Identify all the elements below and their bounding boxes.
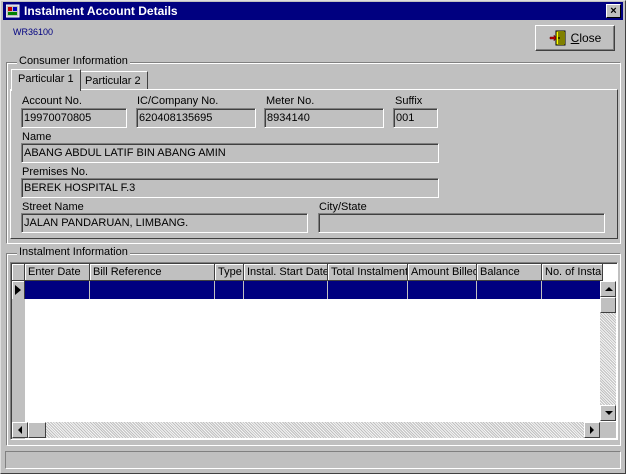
consumer-information-title: Consumer Information: [17, 55, 130, 67]
account-no-label: Account No.: [22, 95, 82, 107]
tab-particular-1-label: Particular 1: [18, 73, 74, 85]
app-icon: [5, 4, 20, 18]
grid-header-indicator: [12, 264, 25, 281]
city-state-field[interactable]: [318, 213, 605, 233]
suffix-label: Suffix: [395, 95, 423, 107]
table-cell[interactable]: [244, 281, 328, 299]
city-state-label: City/State: [319, 201, 367, 213]
title-bar: Instalment Account Details ×: [3, 2, 623, 20]
scroll-up-icon[interactable]: [600, 281, 616, 297]
tab-particular-2-label: Particular 2: [85, 75, 141, 87]
window-title: Instalment Account Details: [24, 4, 178, 18]
name-field[interactable]: ABANG ABDUL LATIF BIN ABANG AMIN: [21, 143, 439, 163]
tab-particular-1[interactable]: Particular 1: [11, 69, 81, 91]
column-enter-date[interactable]: Enter Date: [25, 264, 90, 281]
window-close-button[interactable]: ×: [606, 4, 621, 18]
column-instal-start-date[interactable]: Instal. Start Date: [244, 264, 328, 281]
current-row-arrow-icon: [12, 281, 25, 299]
scroll-down-icon[interactable]: [600, 405, 616, 421]
instalment-information-title: Instalment Information: [17, 246, 130, 258]
horizontal-scrollbar[interactable]: [12, 422, 600, 438]
row-indicator-column: [12, 299, 25, 439]
column-amount-billed[interactable]: Amount Billed: [408, 264, 477, 281]
close-button[interactable]: Close: [535, 25, 615, 51]
column-bill-reference[interactable]: Bill Reference: [90, 264, 215, 281]
premises-no-label: Premises No.: [22, 166, 89, 178]
status-bar: [5, 451, 621, 469]
vertical-scroll-thumb[interactable]: [600, 297, 616, 313]
grid-header: Enter Date Bill Reference Type Instal. S…: [12, 264, 603, 281]
column-total-instalment[interactable]: Total Instalment: [328, 264, 408, 281]
horizontal-scroll-thumb[interactable]: [28, 422, 46, 438]
column-no-of-instalment[interactable]: No. of Instalment: [542, 264, 603, 281]
table-cell[interactable]: [25, 281, 90, 299]
column-type[interactable]: Type: [215, 264, 244, 281]
premises-no-field[interactable]: BEREK HOSPITAL F.3: [21, 178, 439, 198]
table-cell[interactable]: [215, 281, 244, 299]
table-cell[interactable]: [542, 281, 603, 299]
table-cell[interactable]: [477, 281, 542, 299]
ic-company-no-field[interactable]: 620408135695: [136, 108, 256, 128]
account-no-field[interactable]: 19970070805: [21, 108, 127, 128]
table-row[interactable]: [12, 281, 603, 299]
instalment-account-window: Instalment Account Details × WR36100 Clo…: [0, 0, 626, 474]
instalment-grid[interactable]: Enter Date Bill Reference Type Instal. S…: [10, 262, 618, 440]
table-cell[interactable]: [328, 281, 408, 299]
door-exit-icon: [549, 30, 567, 46]
street-name-field[interactable]: JALAN PANDARUAN, LIMBANG.: [21, 213, 308, 233]
suffix-field[interactable]: 001: [393, 108, 438, 128]
table-cell[interactable]: [90, 281, 215, 299]
tab-particular-2[interactable]: Particular 2: [78, 71, 148, 91]
close-button-label: Close: [570, 31, 602, 45]
scroll-corner: [600, 422, 616, 438]
vertical-scrollbar[interactable]: [600, 281, 616, 421]
scroll-left-icon[interactable]: [12, 422, 28, 438]
meter-no-label: Meter No.: [266, 95, 315, 107]
meter-no-field[interactable]: 8934140: [264, 108, 384, 128]
form-code: WR36100: [13, 27, 54, 37]
table-cell[interactable]: [408, 281, 477, 299]
street-name-label: Street Name: [22, 201, 84, 213]
name-label: Name: [22, 131, 52, 143]
scroll-right-icon[interactable]: [584, 422, 600, 438]
ic-company-no-label: IC/Company No.: [137, 95, 219, 107]
column-balance[interactable]: Balance: [477, 264, 542, 281]
